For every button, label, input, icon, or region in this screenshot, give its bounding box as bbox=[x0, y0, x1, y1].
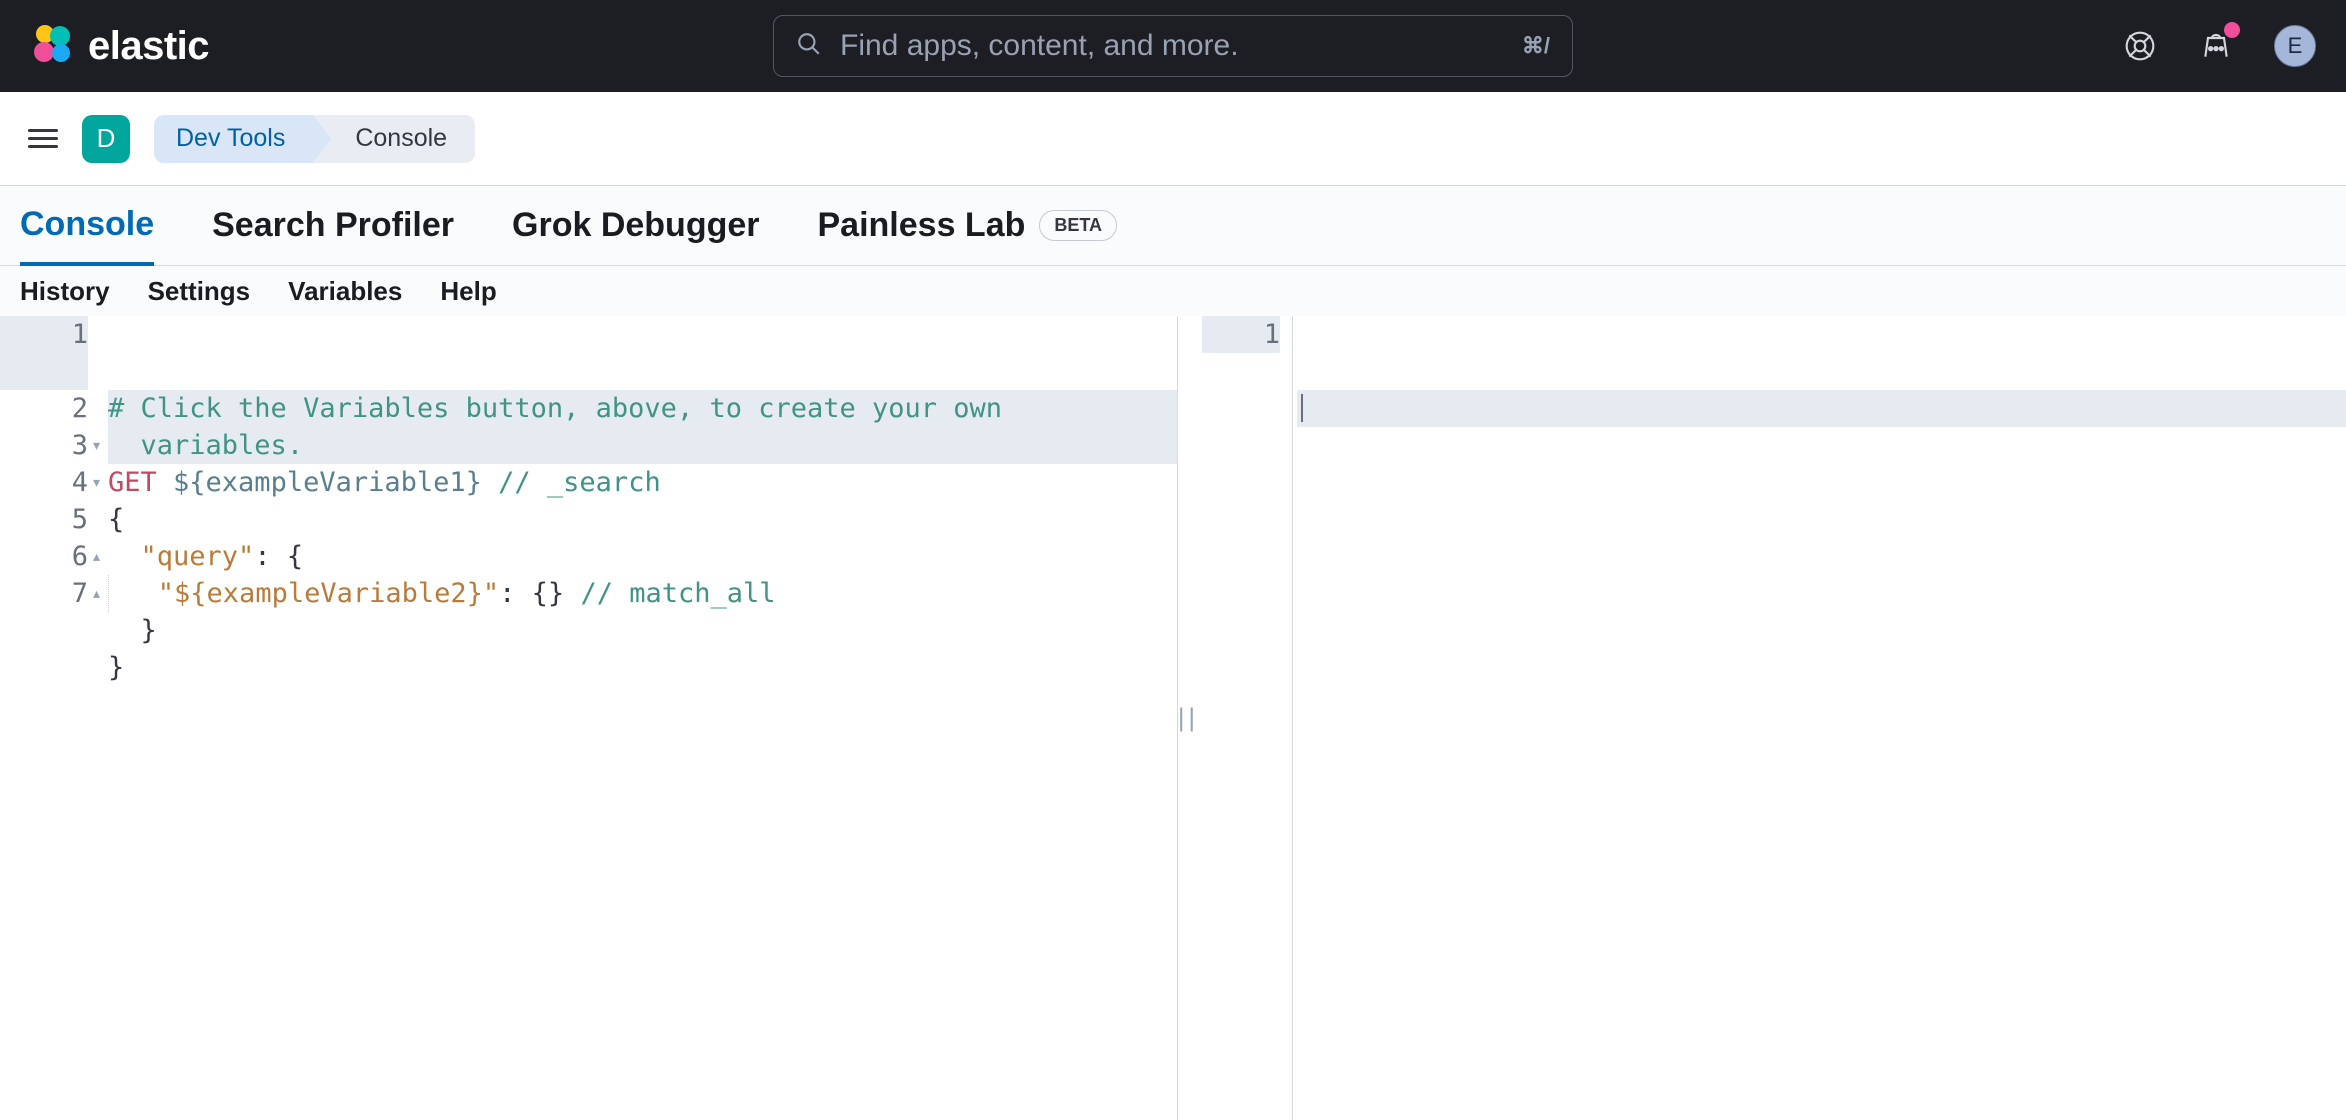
response-gutter: 1 bbox=[1202, 316, 1292, 1120]
gutter-line: 1 bbox=[1202, 316, 1280, 353]
tab-search-profiler[interactable]: Search Profiler bbox=[212, 188, 454, 263]
logo-text: elastic bbox=[88, 24, 209, 69]
notification-dot bbox=[2224, 22, 2240, 38]
cursor-icon bbox=[1301, 394, 1303, 422]
breadcrumb: Dev Tools Console bbox=[154, 115, 475, 163]
breadcrumb-dev-tools[interactable]: Dev Tools bbox=[154, 115, 313, 163]
request-gutter: 1 2 3 4 5 6 7 bbox=[0, 316, 100, 1120]
request-editor[interactable]: # Click the Variables button, above, to … bbox=[100, 316, 1177, 1120]
response-pane: 1 bbox=[1202, 316, 2346, 1120]
response-editor[interactable] bbox=[1292, 316, 2346, 1120]
help-icon[interactable] bbox=[2122, 28, 2158, 64]
elastic-logo-icon bbox=[30, 22, 74, 71]
gutter-line[interactable]: 4 bbox=[0, 464, 88, 501]
sub-header: D Dev Tools Console bbox=[0, 92, 2346, 186]
search-placeholder: Find apps, content, and more. bbox=[840, 29, 1522, 63]
pane-splitter[interactable]: || bbox=[1174, 704, 1195, 732]
beta-badge: BETA bbox=[1039, 210, 1117, 241]
gutter-line: 5 bbox=[0, 501, 88, 538]
toolbar-help[interactable]: Help bbox=[440, 276, 496, 307]
tab-painless-lab[interactable]: Painless Lab BETA bbox=[818, 188, 1118, 263]
gutter-line: 1 bbox=[0, 316, 88, 390]
tab-console[interactable]: Console bbox=[20, 187, 154, 266]
search-icon bbox=[796, 31, 822, 62]
toolbar-history[interactable]: History bbox=[20, 276, 110, 307]
editor-area: 1 2 3 4 5 6 7 # Click the Variables butt… bbox=[0, 316, 2346, 1120]
search-shortcut: ⌘/ bbox=[1522, 33, 1550, 59]
user-avatar[interactable]: E bbox=[2274, 25, 2316, 67]
nav-toggle-icon[interactable] bbox=[28, 129, 58, 148]
global-header: elastic Find apps, content, and more. ⌘/ bbox=[0, 0, 2346, 92]
global-search[interactable]: Find apps, content, and more. ⌘/ bbox=[773, 15, 1573, 77]
gutter-line: 2 bbox=[0, 390, 88, 427]
toolbar-variables[interactable]: Variables bbox=[288, 276, 402, 307]
news-icon[interactable] bbox=[2198, 28, 2234, 64]
gutter-line[interactable]: 3 bbox=[0, 427, 88, 464]
logo[interactable]: elastic bbox=[30, 22, 209, 71]
tab-grok-debugger[interactable]: Grok Debugger bbox=[512, 188, 759, 263]
space-badge[interactable]: D bbox=[82, 115, 130, 163]
request-pane: 1 2 3 4 5 6 7 # Click the Variables butt… bbox=[0, 316, 1178, 1120]
tab-painless-lab-label: Painless Lab bbox=[818, 206, 1026, 245]
toolbar-settings[interactable]: Settings bbox=[148, 276, 251, 307]
header-actions: E bbox=[2122, 25, 2316, 67]
console-toolbar: History Settings Variables Help bbox=[0, 266, 2346, 316]
gutter-line[interactable]: 6 bbox=[0, 538, 88, 575]
tabs: Console Search Profiler Grok Debugger Pa… bbox=[0, 186, 2346, 266]
gutter-line[interactable]: 7 bbox=[0, 575, 88, 612]
breadcrumb-console: Console bbox=[313, 115, 475, 163]
